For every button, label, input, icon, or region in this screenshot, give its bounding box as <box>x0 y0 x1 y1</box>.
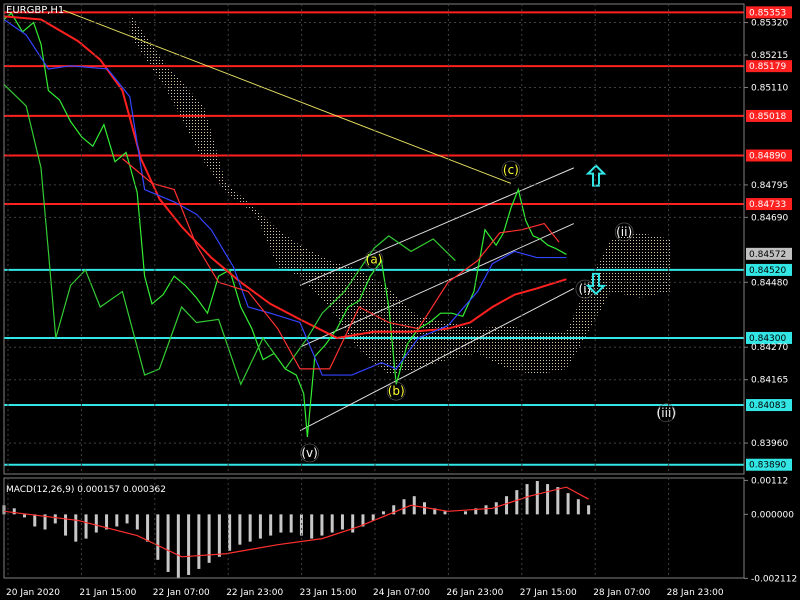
price-tick-label: 0.83960 <box>751 439 788 449</box>
time-label: 23 Jan 15:00 <box>300 588 357 598</box>
arrow-up-icon <box>585 164 607 187</box>
level-price-label: 0.85353 <box>749 8 786 18</box>
level-price-label: 0.83890 <box>749 461 786 471</box>
wave-label: (c) <box>503 163 519 177</box>
price-tick-label: 0.84270 <box>751 343 788 353</box>
price-tick-label: 0.84795 <box>751 181 788 191</box>
level-price-label: 0.84733 <box>749 200 786 210</box>
level-price-label: 0.84520 <box>749 266 786 276</box>
time-label: 26 Jan 23:00 <box>446 588 503 598</box>
macd-tick-label: -0.002112 <box>751 574 797 584</box>
level-price-label: 0.84083 <box>749 401 786 411</box>
wave-label: (b) <box>388 384 405 398</box>
macd-label: MACD(12,26,9) 0.000157 0.000362 <box>6 485 166 495</box>
wave-label: (v) <box>301 446 317 460</box>
time-label: 27 Jan 15:00 <box>520 588 577 598</box>
wave-label: (a) <box>366 253 383 267</box>
price-tick-label: 0.84690 <box>751 213 788 223</box>
chart-svg: 0.85353 0.85179 0.85018 0.84890 0.84733 0.845… <box>2 3 797 598</box>
time-label: 21 Jan 15:00 <box>79 588 136 598</box>
time-label: 28 Jan 23:00 <box>667 588 724 598</box>
level-price-label: 0.85018 <box>749 112 786 122</box>
macd-tick-label: 0.00112 <box>751 476 788 486</box>
time-label: 24 Jan 07:00 <box>373 588 430 598</box>
price-pane[interactable]: 0.85353 0.85179 0.85018 0.84890 0.84733 0.845… <box>3 6 792 471</box>
chart-title: EURGBP,H1 <box>6 5 64 16</box>
wave-label: (iii) <box>657 406 676 420</box>
price-tick-label: 0.84165 <box>751 376 788 386</box>
price-tick-label: 0.85215 <box>751 51 788 61</box>
time-label: 20 Jan 2020 <box>6 588 60 598</box>
macd-signal-line <box>3 486 589 558</box>
wave-label: (ii) <box>616 225 632 239</box>
series-line-kijun <box>3 15 567 339</box>
macd-pane[interactable] <box>2 481 591 578</box>
level-price-label: 0.85179 <box>749 62 786 72</box>
series-line-price <box>3 12 567 437</box>
price-tick-label: 0.84480 <box>751 278 788 288</box>
price-tick-label: 0.85110 <box>751 83 788 93</box>
level-price-label: 0.84890 <box>749 152 786 162</box>
price-tick-label: 0.85320 <box>751 19 788 29</box>
current-price-label: 0.84572 <box>749 250 786 260</box>
time-label: 22 Jan 07:00 <box>153 588 210 598</box>
time-label: 22 Jan 23:00 <box>226 588 283 598</box>
wave-label: (i) <box>579 282 592 296</box>
macd-tick-label: 0.000000 <box>751 510 794 520</box>
time-label: 28 Jan 07:00 <box>593 588 650 598</box>
series-line-tenkan <box>3 18 567 376</box>
